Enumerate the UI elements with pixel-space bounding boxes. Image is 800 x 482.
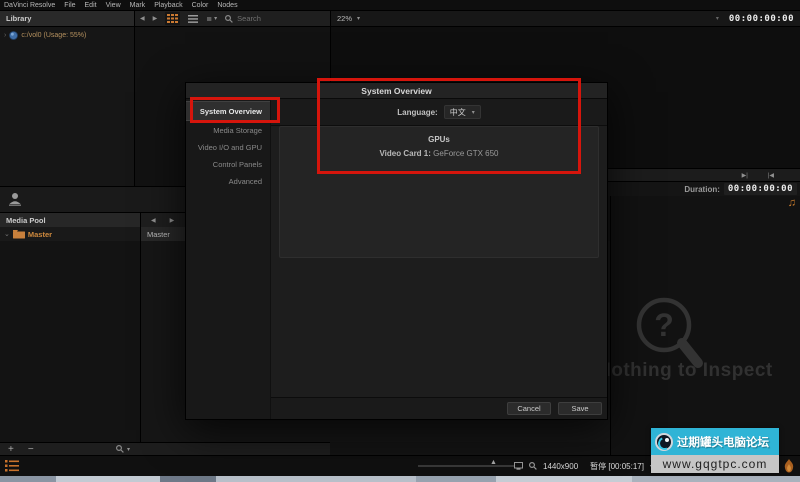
watermark-header: 过期罐头电脑论坛: [651, 428, 779, 455]
watermark-url: www.gqgtpc.com: [663, 457, 768, 471]
search-input[interactable]: [237, 14, 299, 23]
inspector-panel: ♫ ? Nothing to Inspect: [610, 196, 800, 455]
library-title: Library: [6, 14, 31, 23]
volume-disk-icon: [9, 31, 18, 40]
grid-view-button[interactable]: [165, 12, 180, 25]
step-back-button[interactable]: |◀: [768, 172, 774, 179]
forward-button[interactable]: ▶: [153, 15, 158, 22]
corner-flame-icon: [783, 459, 795, 473]
remove-bin-button[interactable]: −: [28, 444, 34, 455]
dialog-button-bar: Cancel Save: [271, 397, 607, 419]
volume-item[interactable]: › c:/vol0 (Usage: 55%): [0, 27, 134, 40]
list-view-button[interactable]: [188, 15, 198, 23]
stills-person-icon[interactable]: [8, 192, 22, 207]
viewer-options-caret[interactable]: ▾: [716, 15, 719, 22]
media-pool-footer: + − ▾: [0, 442, 330, 455]
sort-button[interactable]: ≣ ▾: [206, 15, 217, 23]
viewer-toolbar: 22% ▾ ▾ 00:00:00:00: [330, 11, 800, 27]
sidebar-item-control-panels[interactable]: Control Panels: [186, 157, 270, 172]
svg-text:?: ?: [654, 307, 674, 343]
sidebar-item-video-io-gpu[interactable]: Video I/O and GPU: [186, 140, 270, 155]
folder-icon: [13, 230, 25, 239]
desktop-edge-strip: [0, 476, 800, 482]
duration-label: Duration:: [684, 185, 720, 194]
media-pool-tree-body: [0, 241, 140, 442]
volume-label: c:/vol0 (Usage: 55%): [21, 32, 86, 39]
cancel-button[interactable]: Cancel: [507, 402, 551, 415]
watermark-logo-icon: [655, 433, 673, 451]
annotation-box-content: [317, 78, 581, 174]
app-window: DaVinci Resolve File Edit View Mark Play…: [0, 0, 800, 482]
zoom-slider-handle[interactable]: ▲: [490, 459, 497, 466]
media-browser-toolbar: ◀ ▶ ≣ ▾: [134, 11, 330, 27]
menu-item-color[interactable]: Color: [192, 2, 209, 9]
menu-item-playback[interactable]: Playback: [154, 2, 182, 9]
master-folder-row[interactable]: ⌄ Master: [0, 227, 140, 241]
nothing-to-inspect-text: Nothing to Inspect: [597, 360, 773, 382]
save-button[interactable]: Save: [558, 402, 602, 415]
master-folder-label: Master: [28, 230, 52, 239]
menu-item-view[interactable]: View: [106, 2, 121, 9]
sidebar-item-media-storage[interactable]: Media Storage: [186, 123, 270, 138]
annotation-box-sidebar: [190, 97, 280, 123]
master-bin-tab-label: Master: [147, 230, 170, 239]
forward-button[interactable]: ▶: [170, 217, 175, 224]
menu-item-edit[interactable]: Edit: [85, 2, 97, 9]
list-view-icon: [188, 15, 198, 23]
recorder-toolbar: 1440x900 暂停 [00:05:17] ▾: [514, 459, 653, 473]
menu-item-davinci-resolve[interactable]: DaVinci Resolve: [4, 2, 55, 9]
caret-down-icon: ▾: [127, 446, 130, 453]
menu-item-file[interactable]: File: [64, 2, 75, 9]
zoom-slider-track[interactable]: [418, 465, 514, 467]
chevron-down-icon: ⌄: [4, 230, 10, 238]
recorder-display-icon[interactable]: [514, 462, 523, 470]
back-button[interactable]: ◀: [140, 15, 145, 22]
step-forward-button[interactable]: ▶|: [742, 172, 748, 179]
master-timecode: 00:00:00:00: [729, 14, 794, 24]
audio-note-icon[interactable]: ♫: [788, 197, 796, 209]
dialog-sidebar: System Overview Media Storage Video I/O …: [186, 99, 271, 419]
watermark-footer: www.gqgtpc.com: [651, 455, 779, 473]
grid-view-icon: [167, 14, 178, 23]
duration-timecode: 00:00:00:00: [724, 183, 797, 195]
recorder-resolution: 1440x900: [543, 462, 578, 471]
caret-down-icon: ▾: [357, 15, 360, 22]
media-pool-header: Media Pool: [0, 213, 140, 227]
media-pool-search-button[interactable]: ▾: [116, 445, 130, 453]
media-pool-page-icon[interactable]: [5, 460, 19, 472]
library-tree-panel: › c:/vol0 (Usage: 55%): [0, 27, 134, 186]
chevron-right-icon: ›: [4, 32, 6, 39]
back-button[interactable]: ◀: [151, 217, 156, 224]
sort-icon: ≣: [206, 15, 212, 23]
zoom-level-value: 22%: [337, 14, 352, 23]
menu-item-nodes[interactable]: Nodes: [217, 2, 237, 9]
zoom-level-dropdown[interactable]: 22% ▾: [337, 14, 360, 23]
watermark-title: 过期罐头电脑论坛: [677, 434, 769, 450]
sidebar-item-advanced[interactable]: Advanced: [186, 174, 270, 189]
search-icon: [225, 15, 233, 23]
menu-bar: DaVinci Resolve File Edit View Mark Play…: [0, 0, 800, 11]
library-panel-header: Library: [0, 11, 134, 27]
watermark-overlay: 过期罐头电脑论坛 www.gqgtpc.com: [651, 428, 779, 473]
search-icon: [116, 445, 124, 453]
caret-down-icon: ▾: [214, 15, 217, 22]
add-bin-button[interactable]: +: [8, 444, 14, 455]
recorder-zoom-icon[interactable]: [529, 462, 537, 470]
search-box: [225, 14, 299, 23]
menu-item-mark[interactable]: Mark: [130, 2, 146, 9]
recorder-status: 暂停 [00:05:17]: [590, 461, 644, 472]
media-pool-title: Media Pool: [6, 216, 46, 225]
